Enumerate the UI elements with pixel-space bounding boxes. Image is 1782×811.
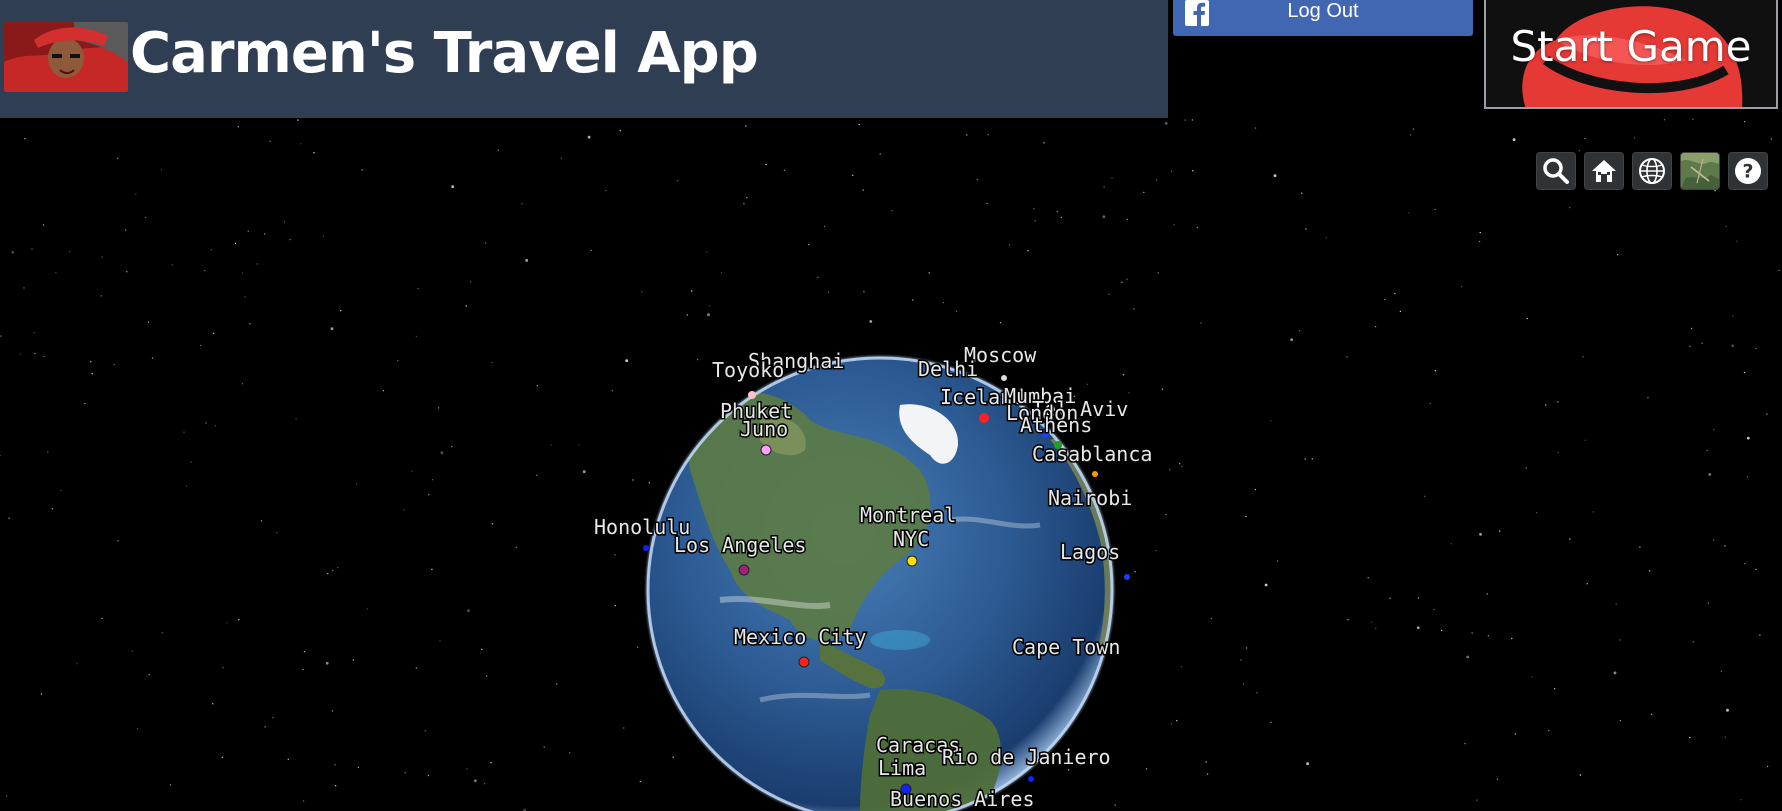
city-dot-mexico-city[interactable] bbox=[798, 656, 810, 668]
city-label-casablanca: Casablanca bbox=[1032, 442, 1152, 466]
globe-viewer[interactable]: Shanghai Toyoko Moscow Delhi Iceland Mum… bbox=[0, 0, 1782, 811]
globe-toolbar: ? bbox=[1536, 152, 1768, 190]
city-label-lima: Lima bbox=[878, 756, 926, 780]
city-marker-cape-town[interactable]: Cape Town bbox=[1011, 634, 1122, 661]
city-marker-buenos-aires[interactable]: Buenos Aires bbox=[889, 786, 1037, 811]
city-dot-moscow[interactable] bbox=[1001, 375, 1007, 381]
city-dot-casablanca[interactable] bbox=[1092, 471, 1098, 477]
svg-text:?: ? bbox=[1742, 161, 1753, 183]
start-game-button[interactable]: Start Game bbox=[1484, 0, 1778, 109]
city-dot-toyoko[interactable] bbox=[748, 391, 756, 399]
city-label-los-angeles: Los Angeles bbox=[674, 533, 806, 557]
search-icon bbox=[1543, 158, 1569, 184]
app-root: Shanghai Toyoko Moscow Delhi Iceland Mum… bbox=[0, 0, 1782, 811]
geocoder-search-button[interactable] bbox=[1536, 152, 1576, 190]
globe-icon bbox=[1639, 158, 1665, 184]
start-game-label: Start Game bbox=[1510, 22, 1752, 71]
scene-mode-button[interactable] bbox=[1632, 152, 1672, 190]
city-label-toyoko: Toyoko bbox=[712, 358, 784, 382]
city-label-nyc: NYC bbox=[893, 527, 929, 551]
carmen-logo bbox=[4, 22, 128, 92]
city-label-athens: Athens bbox=[1020, 413, 1092, 437]
logout-label: Log Out bbox=[1287, 0, 1359, 22]
city-label-juno: Juno bbox=[740, 417, 788, 441]
city-label-mexico-city: Mexico City bbox=[734, 625, 866, 649]
navigation-help-button[interactable]: ? bbox=[1728, 152, 1768, 190]
city-label-cape-town: Cape Town bbox=[1012, 635, 1120, 659]
logout-button[interactable]: Log Out bbox=[1173, 0, 1473, 36]
city-marker-montreal[interactable]: Montreal bbox=[859, 502, 958, 529]
city-label-lagos: Lagos bbox=[1060, 540, 1120, 564]
city-dot-iceland[interactable] bbox=[979, 413, 989, 423]
help-icon: ? bbox=[1735, 158, 1761, 184]
city-dot-los-angeles[interactable] bbox=[738, 564, 750, 576]
city-dot-lagos[interactable] bbox=[1124, 574, 1130, 580]
base-layer-picker-button[interactable] bbox=[1680, 152, 1720, 190]
app-header: Carmen's Travel App bbox=[0, 0, 1168, 118]
city-marker-delhi[interactable]: Delhi bbox=[917, 356, 980, 383]
city-dot-juno[interactable] bbox=[760, 444, 772, 456]
home-icon bbox=[1592, 160, 1616, 182]
city-dot-rio-de-janiero[interactable] bbox=[1028, 776, 1034, 782]
city-label-delhi: Delhi bbox=[918, 357, 978, 381]
city-dot-nyc[interactable] bbox=[906, 555, 918, 567]
app-title: Carmen's Travel App bbox=[130, 21, 759, 86]
city-label-nairobi: Nairobi bbox=[1048, 486, 1132, 510]
city-label-buenos-aires: Buenos Aires bbox=[890, 787, 1035, 811]
home-view-button[interactable] bbox=[1584, 152, 1624, 190]
city-dot-honolulu[interactable] bbox=[643, 545, 649, 551]
imagery-icon bbox=[1681, 153, 1719, 189]
city-label-montreal: Montreal bbox=[860, 503, 956, 527]
city-marker-nairobi[interactable]: Nairobi bbox=[1047, 485, 1134, 512]
city-label-rio-de-janiero: Rio de Janiero bbox=[942, 745, 1111, 769]
